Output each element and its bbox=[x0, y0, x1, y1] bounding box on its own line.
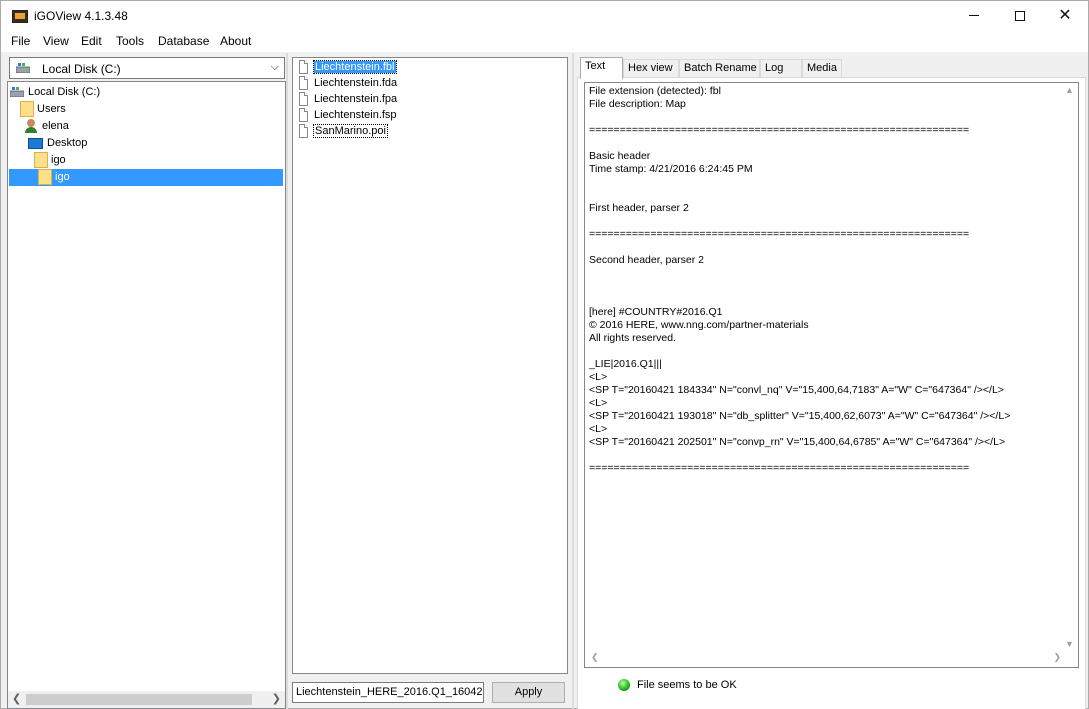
text-line: [here] #COUNTRY#2016.Q1 bbox=[589, 306, 723, 318]
text-line: All rights reserved. bbox=[589, 332, 676, 344]
text-line: Time stamp: 4/21/2016 6:24:45 PM bbox=[589, 163, 753, 175]
menu-about[interactable]: About bbox=[220, 34, 251, 48]
text-line: _LIE|2016.Q1||| bbox=[589, 358, 662, 370]
drive-select-value: Local Disk (C:) bbox=[42, 62, 121, 76]
tab-log[interactable]: Log bbox=[760, 59, 802, 78]
menu-edit[interactable]: Edit bbox=[81, 34, 102, 48]
minimize-icon bbox=[969, 15, 979, 17]
tree-horizontal-scrollbar[interactable]: ❮ ❯ bbox=[8, 691, 285, 708]
tree-item-label: elena bbox=[42, 120, 69, 132]
tab-media[interactable]: Media bbox=[802, 59, 842, 78]
folder-icon bbox=[34, 152, 48, 169]
text-line: ========================================… bbox=[589, 462, 970, 474]
tree-item-elena[interactable]: elena bbox=[24, 118, 69, 135]
splitter-left[interactable] bbox=[286, 53, 288, 709]
tree-item-local-disk[interactable]: Local Disk (C:) bbox=[10, 84, 100, 101]
scroll-left-icon[interactable]: ❮ bbox=[591, 652, 599, 663]
splitter-right[interactable] bbox=[572, 53, 574, 709]
file-item[interactable]: SanMarino.poi bbox=[299, 124, 388, 139]
scroll-left-icon[interactable]: ❮ bbox=[12, 692, 21, 705]
status-ok-icon bbox=[618, 679, 630, 691]
folder-tree[interactable]: Local Disk (C:) Users elena Desktop igo … bbox=[7, 81, 286, 709]
tree-item-users[interactable]: Users bbox=[20, 101, 66, 118]
text-line: <SP T="20160421 184334" N="convl_nq" V="… bbox=[589, 384, 1004, 396]
user-icon bbox=[24, 119, 38, 134]
maximize-icon bbox=[1015, 10, 1025, 21]
minimize-button[interactable] bbox=[951, 1, 997, 32]
text-line: Second header, parser 2 bbox=[589, 254, 704, 266]
hard-drive-icon bbox=[16, 63, 30, 73]
scrollbar-thumb[interactable] bbox=[26, 694, 252, 705]
file-name: Liechtenstein.fda bbox=[314, 77, 398, 89]
tab-batch-rename[interactable]: Batch Rename bbox=[679, 59, 760, 78]
app-window: iGOView 4.1.3.48 ✕ File View Edit Tools … bbox=[0, 0, 1089, 709]
file-icon bbox=[299, 76, 308, 91]
tree-item-label: Desktop bbox=[47, 137, 88, 149]
file-name: Liechtenstein.fpa bbox=[314, 93, 398, 105]
chevron-down-icon: ⌵ bbox=[270, 61, 279, 73]
scroll-up-icon[interactable]: ▲ bbox=[1065, 85, 1074, 95]
maximize-button[interactable] bbox=[997, 1, 1043, 32]
file-list[interactable]: Liechtenstein.fbl Liechtenstein.fda Liec… bbox=[292, 57, 568, 674]
drive-select[interactable]: Local Disk (C:) ⌵ bbox=[9, 57, 285, 79]
window-title: iGOView 4.1.3.48 bbox=[34, 9, 128, 23]
text-line: <L> bbox=[589, 397, 608, 409]
folder-open-icon bbox=[38, 169, 52, 186]
file-name: Liechtenstein.fbl bbox=[313, 60, 397, 74]
tree-item-label: igo bbox=[51, 154, 66, 166]
file-item[interactable]: Liechtenstein.fpa bbox=[299, 92, 397, 107]
file-name: Liechtenstein.fsp bbox=[314, 109, 397, 121]
tree-item-desktop[interactable]: Desktop bbox=[28, 135, 87, 152]
text-line: © 2016 HERE, www.nng.com/partner-materia… bbox=[589, 319, 809, 331]
tab-text[interactable]: Text bbox=[580, 57, 623, 79]
scroll-down-icon[interactable]: ▼ bbox=[1065, 639, 1074, 649]
file-item[interactable]: Liechtenstein.fsp bbox=[299, 108, 397, 123]
menu-database[interactable]: Database bbox=[158, 34, 209, 48]
close-icon: ✕ bbox=[1058, 7, 1072, 24]
desktop-icon bbox=[28, 137, 43, 149]
rename-input[interactable]: Liechtenstein_HERE_2016.Q1_160421 bbox=[292, 682, 484, 703]
text-line: <L> bbox=[589, 371, 608, 383]
title-bar: iGOView 4.1.3.48 ✕ bbox=[1, 1, 1088, 32]
folder-pane: Local Disk (C:) ⌵ Local Disk (C:) Users … bbox=[5, 55, 286, 709]
tree-item-igo-selected[interactable]: igo bbox=[9, 169, 283, 186]
status-text: File seems to be OK bbox=[637, 679, 737, 691]
text-horizontal-scrollbar[interactable]: ❮ ❯ bbox=[585, 650, 1063, 667]
file-item[interactable]: Liechtenstein.fda bbox=[299, 76, 397, 91]
app-icon bbox=[12, 10, 28, 23]
text-line: File extension (detected): fbl bbox=[589, 85, 721, 97]
file-icon bbox=[299, 60, 308, 75]
text-line: ========================================… bbox=[589, 228, 970, 240]
text-line: File description: Map bbox=[589, 98, 686, 110]
menu-tools[interactable]: Tools bbox=[116, 34, 144, 48]
text-line: ========================================… bbox=[589, 124, 970, 136]
file-item[interactable]: Liechtenstein.fbl bbox=[299, 60, 397, 75]
tab-hex-view[interactable]: Hex view bbox=[623, 59, 679, 78]
scroll-right-icon[interactable]: ❯ bbox=[1053, 652, 1061, 663]
text-line: <SP T="20160421 202501" N="convp_rn" V="… bbox=[589, 436, 1006, 448]
text-line: <L> bbox=[589, 423, 608, 435]
hard-drive-icon bbox=[10, 87, 24, 98]
text-tab-panel: ▲ ▼ ❮ ❯ File extension (detected): fbl Fi… bbox=[577, 77, 1086, 709]
close-button[interactable]: ✕ bbox=[1042, 1, 1088, 32]
file-name: SanMarino.poi bbox=[313, 124, 388, 138]
text-line: First header, parser 2 bbox=[589, 202, 689, 214]
apply-button[interactable]: Apply bbox=[492, 682, 565, 703]
file-icon bbox=[299, 92, 308, 107]
tree-item-label: Users bbox=[37, 103, 66, 115]
tree-item-igo[interactable]: igo bbox=[34, 152, 66, 169]
text-vertical-scrollbar[interactable]: ▲ ▼ bbox=[1061, 83, 1078, 651]
file-icon bbox=[299, 108, 308, 123]
menu-bar: File View Edit Tools Database About bbox=[1, 32, 1088, 52]
menu-view[interactable]: View bbox=[43, 34, 69, 48]
text-line: <SP T="20160421 193018" N="db_splitter" … bbox=[589, 410, 1011, 422]
folder-icon bbox=[20, 101, 34, 118]
scroll-right-icon[interactable]: ❯ bbox=[272, 692, 281, 705]
menu-file[interactable]: File bbox=[11, 34, 30, 48]
text-line: Basic header bbox=[589, 150, 651, 162]
file-info-text[interactable]: ▲ ▼ ❮ ❯ File extension (detected): fbl Fi… bbox=[584, 82, 1079, 668]
file-icon bbox=[299, 124, 308, 139]
tree-item-label: Local Disk (C:) bbox=[28, 86, 101, 98]
tree-item-label: igo bbox=[55, 171, 70, 183]
